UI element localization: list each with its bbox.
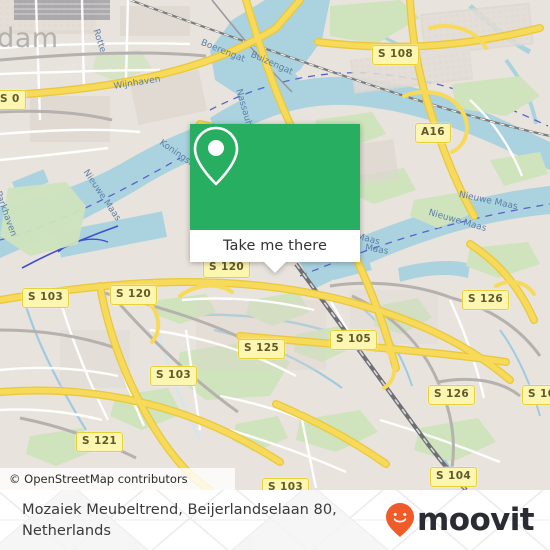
callout-action-bar[interactable]: Take me there bbox=[190, 230, 360, 273]
road-shield: S 125 bbox=[238, 339, 286, 359]
map-pin-icon bbox=[193, 126, 239, 186]
location-callout[interactable]: Take me there bbox=[190, 124, 360, 273]
moovit-logo[interactable]: moovit bbox=[385, 501, 535, 538]
rail-yard bbox=[14, 0, 110, 20]
road-shield: S 103 bbox=[150, 366, 198, 386]
road-shield: S 105 bbox=[522, 385, 550, 405]
road-shield: S 103 bbox=[262, 478, 310, 490]
callout-pointer bbox=[264, 262, 286, 273]
road-shield: S 120 bbox=[110, 285, 158, 305]
location-caption: Mozaiek Meubeltrend, Beijerlandselaan 80… bbox=[22, 501, 337, 539]
callout-header bbox=[190, 124, 360, 230]
moovit-pin-icon bbox=[386, 503, 415, 537]
road-shield: S 121 bbox=[76, 432, 124, 452]
osm-attribution[interactable]: © OpenStreetMap contributors bbox=[0, 468, 235, 490]
take-me-there-label: Take me there bbox=[222, 238, 328, 254]
road-shield: S 0 bbox=[0, 90, 26, 110]
road-shield: S 126 bbox=[462, 290, 510, 310]
footer-bar: Mozaiek Meubeltrend, Beijerlandselaan 80… bbox=[0, 490, 550, 550]
road-shield: S 126 bbox=[428, 385, 476, 405]
road-shield: S 108 bbox=[372, 45, 420, 65]
osm-attribution-text: © OpenStreetMap contributors bbox=[9, 472, 188, 486]
road-shield: S 104 bbox=[430, 467, 478, 487]
road-shield: A16 bbox=[415, 123, 451, 143]
road-shield: S 105 bbox=[330, 330, 378, 350]
moovit-wordmark: moovit bbox=[417, 501, 535, 538]
moovit-map-screenshot: rdam WijnhavenBoerengatBuizengatNassauha… bbox=[0, 0, 550, 550]
map-canvas[interactable]: rdam WijnhavenBoerengatBuizengatNassauha… bbox=[0, 0, 550, 490]
road-shield: S 103 bbox=[22, 288, 70, 308]
